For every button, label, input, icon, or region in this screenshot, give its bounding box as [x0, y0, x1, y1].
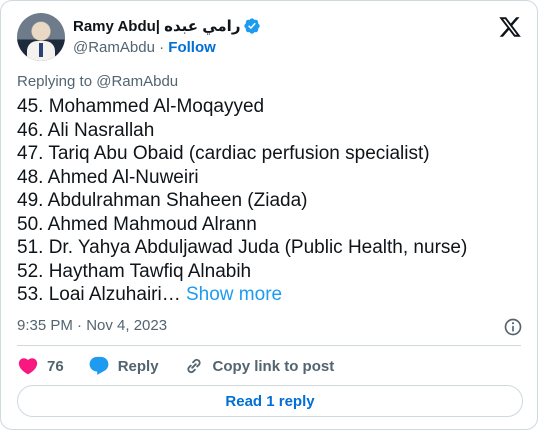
body-line-truncated: 53. Loai Alzuhairi… [17, 284, 181, 305]
timestamp-link[interactable]: 9:35 PM · Nov 4, 2023 [17, 317, 167, 334]
tweet-body: 45. Mohammed Al-Moqayyed 46. Ali Nasrall… [17, 95, 527, 307]
body-line: 46. Ali Nasrallah [17, 119, 155, 141]
divider [17, 345, 521, 346]
action-bar: 76 Reply Copy link to post [17, 355, 358, 377]
copy-link-button[interactable]: Copy link to post [183, 355, 335, 377]
body-line: 45. Mohammed Al-Moqayyed [17, 96, 265, 117]
read-reply-button[interactable]: Read 1 reply [17, 385, 523, 417]
link-icon [186, 358, 201, 374]
verified-badge-icon [244, 18, 261, 34]
meta-row: 9:35 PM · Nov 4, 2023 [17, 317, 523, 337]
info-icon[interactable] [503, 317, 523, 337]
reply-label: Reply [117, 357, 159, 375]
follow-link[interactable]: Follow [168, 39, 216, 56]
show-more-link[interactable]: Show more [186, 284, 282, 305]
body-line: 52. Haytham Tawfiq Alnabih [17, 260, 252, 282]
avatar-tie [39, 43, 43, 57]
handle-separator: · [159, 39, 165, 56]
author-handle-row: @RamAbdu · Follow [73, 39, 216, 56]
author-display-name[interactable]: Ramy Abdu| رامي عبده [73, 17, 240, 35]
body-line-last: 53. Loai Alzuhairi… Show more [17, 283, 527, 307]
x-logo-icon[interactable] [497, 15, 523, 39]
speech-bubble-icon [89, 356, 109, 375]
reply-button[interactable]: Reply [88, 355, 159, 377]
body-line: 50. Ahmed Mahmoud Alrann [17, 213, 257, 235]
author-name-row: Ramy Abdu| رامي عبده [73, 17, 261, 35]
heart-icon [18, 358, 38, 375]
copy-link-label: Copy link to post [212, 357, 335, 375]
author-handle[interactable]: @RamAbdu [73, 39, 155, 56]
body-line: 48. Ahmed Al-Nuweiri [17, 166, 199, 188]
body-line: 47. Tariq Abu Obaid (cardiac perfusion s… [17, 143, 430, 164]
embedded-tweet-card: Ramy Abdu| رامي عبده @RamAbdu · Follow R… [0, 0, 538, 430]
like-button[interactable]: 76 [17, 355, 64, 377]
avatar[interactable] [17, 13, 65, 61]
body-line: 51. Dr. Yahya Abduljawad Juda (Public He… [17, 237, 468, 258]
replying-to-context[interactable]: Replying to @RamAbdu [17, 73, 178, 90]
likes-count: 76 [47, 357, 64, 375]
body-line: 49. Abdulrahman Shaheen (Ziada) [17, 190, 308, 211]
